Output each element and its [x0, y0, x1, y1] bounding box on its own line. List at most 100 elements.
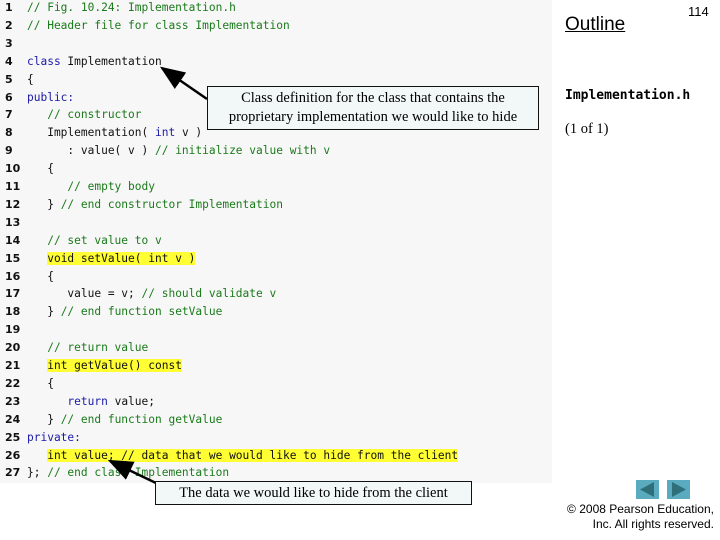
code-keyword: return — [67, 394, 108, 408]
code-keyword: public: — [27, 90, 75, 104]
line-number: 4 — [5, 54, 13, 68]
code-comment: // should validate v — [141, 287, 277, 301]
copyright-line1: © 2008 Pearson Education, — [567, 502, 714, 516]
code-text: Implementation( int v ) — [27, 124, 202, 142]
code-text: public: — [27, 89, 74, 107]
code-token: value; — [107, 394, 155, 408]
code-token: Implementation( — [27, 126, 155, 140]
code-text: : value( v ) // initialize value with v — [27, 142, 330, 160]
code-comment: // end class Implementation — [47, 466, 230, 480]
line-number: 15 — [5, 251, 21, 265]
code-text: { — [27, 71, 34, 89]
line-number: 7 — [5, 108, 13, 122]
outline-link[interactable]: Outline — [565, 14, 625, 36]
code-text: } // end constructor Implementation — [27, 196, 283, 214]
code-comment: // Fig. 10.24: Implementation.h — [27, 1, 236, 14]
line-number: 19 — [5, 323, 21, 337]
code-keyword: class — [27, 54, 61, 68]
code-highlight: int value; // data that we would like to… — [47, 448, 459, 462]
line-number: 22 — [5, 376, 21, 390]
code-text: private: — [27, 429, 81, 447]
code-comment: // end function getValue — [60, 412, 223, 426]
code-token: value = v; — [27, 287, 142, 301]
code-listing-panel: 1 // Fig. 10.24: Implementation.h 2 // Head… — [0, 0, 552, 483]
code-comment: // empty body — [27, 180, 155, 193]
code-line: 7 // constructor — [0, 106, 142, 124]
code-line: 3 — [0, 35, 27, 53]
code-line: 26 int value; // data that we would like… — [0, 447, 459, 465]
line-number: 14 — [5, 233, 21, 247]
page-of-indicator: (1 of 1) — [565, 121, 609, 137]
line-number: 1 — [5, 1, 13, 14]
code-text: int getValue() const — [27, 357, 182, 375]
line-number: 11 — [5, 180, 21, 193]
callout-text-line1: Class definition for the class that cont… — [241, 90, 505, 106]
code-line: 12 } // end constructor Implementation — [0, 196, 283, 214]
code-keyword: int — [154, 126, 176, 140]
code-comment: // initialize value with v — [154, 144, 331, 158]
callout-class-definition: Class definition for the class that cont… — [207, 86, 539, 130]
file-name: Implementation.h — [565, 88, 691, 103]
code-line: 24 } // end function getValue — [0, 411, 222, 429]
line-number: 20 — [5, 341, 21, 355]
line-number: 8 — [5, 126, 13, 140]
code-line: 25 private: — [0, 429, 81, 447]
code-line: 15 void setValue( int v ) — [0, 250, 196, 268]
code-line: 11 // empty body — [0, 178, 155, 196]
code-text: value = v; // should validate v — [27, 285, 276, 303]
code-text: class Implementation — [27, 53, 162, 71]
code-token: } — [27, 197, 61, 211]
code-line: 9 : value( v ) // initialize value with … — [0, 142, 330, 160]
code-line: 10 { — [0, 160, 54, 178]
triangle-left-icon — [640, 482, 654, 497]
line-number: 5 — [5, 72, 13, 86]
code-comment: // constructor — [27, 108, 142, 122]
code-line: 1 // Fig. 10.24: Implementation.h — [0, 0, 236, 17]
code-line: 22 { — [0, 375, 54, 393]
code-text: { — [27, 268, 54, 286]
code-text: { — [27, 160, 54, 178]
code-text: // Header file for class Implementation — [27, 17, 290, 35]
next-slide-button[interactable] — [667, 480, 690, 499]
line-number: 3 — [5, 36, 13, 50]
code-line: 18 } // end function setValue — [0, 303, 222, 321]
code-text: } // end function getValue — [27, 411, 222, 429]
code-comment: // end constructor Implementation — [60, 197, 283, 211]
code-line: 4 class Implementation — [0, 53, 162, 71]
copyright-line2: Inc. All rights reserved. — [592, 517, 714, 531]
code-line: 17 value = v; // should validate v — [0, 285, 276, 303]
code-text: { — [27, 375, 54, 393]
code-line: 20 // return value — [0, 339, 148, 357]
callout-hidden-data: The data we would like to hide from the … — [155, 481, 472, 505]
previous-slide-button[interactable] — [636, 480, 659, 499]
code-token: v ) — [175, 126, 203, 140]
code-line: 2 // Header file for class Implementation — [0, 17, 290, 35]
code-text: void setValue( int v ) — [27, 250, 196, 268]
line-number: 26 — [5, 448, 21, 462]
line-number: 9 — [5, 144, 13, 158]
line-number: 2 — [5, 18, 13, 32]
code-text: } // end function setValue — [27, 303, 222, 321]
code-token: } — [27, 305, 61, 319]
line-number: 18 — [5, 305, 21, 319]
code-highlight: void setValue( int v ) — [47, 251, 196, 265]
code-text: // return value — [27, 339, 148, 357]
line-number: 13 — [5, 215, 21, 229]
code-comment: // end function setValue — [60, 305, 223, 319]
code-line: 5{ — [0, 71, 34, 89]
code-comment: // set value to v — [27, 233, 162, 247]
code-token: }; — [27, 466, 48, 480]
code-line: 6 public: — [0, 89, 74, 107]
line-number: 6 — [5, 90, 13, 104]
line-number: 16 — [5, 269, 21, 283]
code-line: 16 { — [0, 268, 54, 286]
line-number: 10 — [5, 162, 21, 176]
code-comment: // Header file for class Implementation — [27, 18, 290, 32]
line-number: 23 — [5, 394, 21, 408]
line-number: 17 — [5, 287, 21, 301]
code-token: } — [27, 412, 61, 426]
